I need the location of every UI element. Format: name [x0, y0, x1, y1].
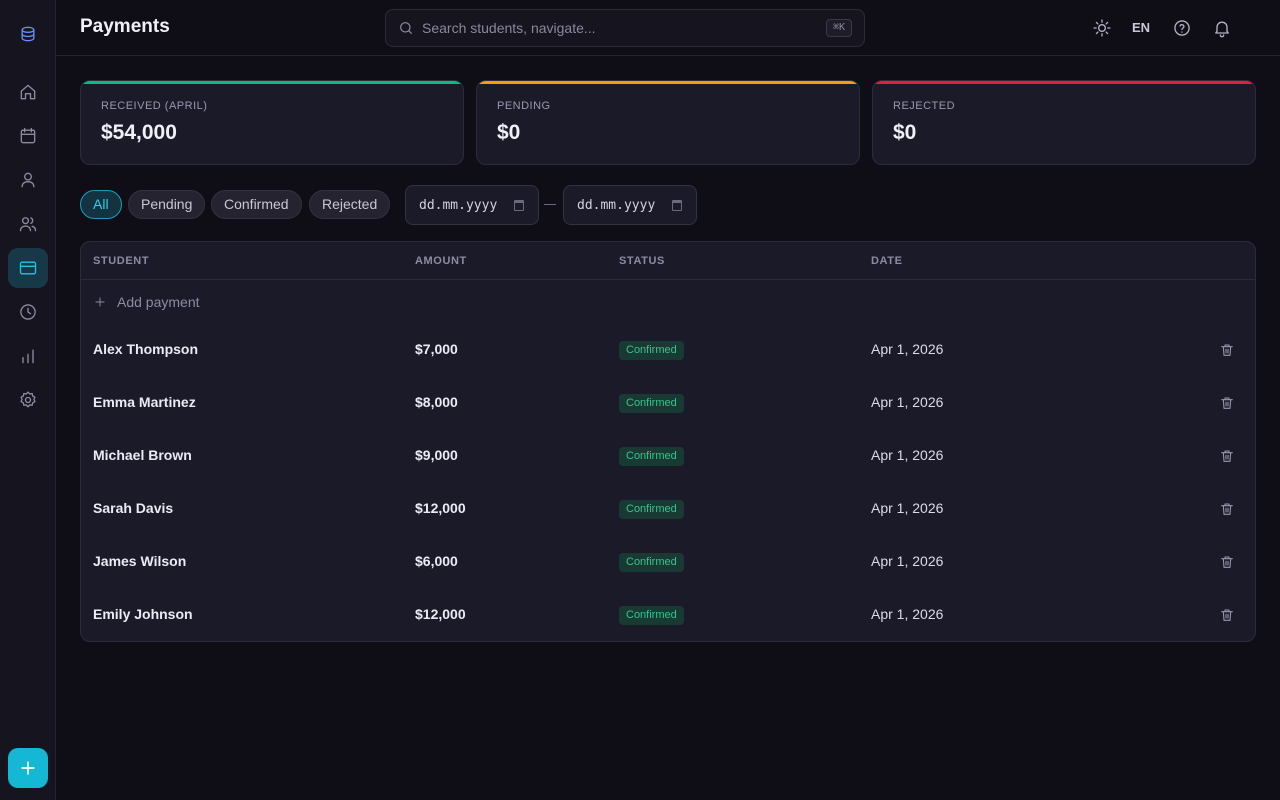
status-badge: Confirmed — [619, 606, 684, 625]
stat-card-received: RECEIVED (APRIL) $54,000 — [80, 80, 464, 165]
payment-date: Apr 1, 2026 — [871, 341, 944, 357]
table-row[interactable]: Sarah Davis $12,000 Confirmed Apr 1, 202… — [81, 482, 1255, 535]
search-icon — [398, 20, 414, 36]
filter-chip-all[interactable]: All — [80, 190, 122, 219]
payment-date: Apr 1, 2026 — [871, 447, 944, 463]
clock-icon — [20, 304, 36, 320]
calendar-icon[interactable] — [514, 200, 524, 211]
payment-date: Apr 1, 2026 — [871, 606, 944, 622]
stat-card-pending: PENDING $0 — [476, 80, 860, 165]
payment-amount: $6,000 — [415, 553, 458, 569]
calendar-icon[interactable] — [672, 200, 682, 211]
date-from-input[interactable]: dd.mm.yyyy — [405, 185, 539, 225]
trash-icon[interactable] — [1219, 607, 1235, 623]
accent-bar — [81, 81, 463, 84]
table-row[interactable]: Emma Martinez $8,000 Confirmed Apr 1, 20… — [81, 376, 1255, 429]
trash-icon[interactable] — [1219, 342, 1235, 358]
payment-amount: $12,000 — [415, 500, 466, 516]
plus-icon — [95, 297, 105, 307]
page-title: Payments — [80, 16, 170, 37]
student-name: Alex Thompson — [93, 341, 199, 357]
status-badge: Confirmed — [619, 447, 684, 466]
status-badge: Confirmed — [619, 394, 684, 413]
add-button[interactable] — [8, 748, 48, 788]
column-header-amount[interactable]: AMOUNT — [415, 255, 467, 267]
stat-card-rejected: REJECTED $0 — [872, 80, 1256, 165]
date-to-placeholder: dd.mm.yyyy — [577, 198, 656, 213]
filter-chip-rejected[interactable]: Rejected — [309, 190, 391, 219]
sidebar-item-calendar[interactable] — [8, 116, 48, 156]
column-header-student[interactable]: STUDENT — [93, 255, 149, 267]
trash-icon[interactable] — [1219, 448, 1235, 464]
trash-icon[interactable] — [1219, 395, 1235, 411]
table-row[interactable]: James Wilson $6,000 Confirmed Apr 1, 202… — [81, 535, 1255, 588]
date-to-input[interactable]: dd.mm.yyyy — [563, 185, 697, 225]
sidebar-item-groups[interactable] — [8, 204, 48, 244]
student-name: Emily Johnson — [93, 606, 193, 622]
sidebar-item-payments[interactable] — [8, 248, 48, 288]
status-badge: Confirmed — [619, 553, 684, 572]
table-row[interactable]: Michael Brown $9,000 Confirmed Apr 1, 20… — [81, 429, 1255, 482]
gear-icon — [20, 391, 36, 408]
payments-table: STUDENT AMOUNT STATUS DATE Add payment A… — [80, 241, 1256, 642]
payment-date: Apr 1, 2026 — [871, 394, 944, 410]
table-row[interactable]: Alex Thompson $7,000 Confirmed Apr 1, 20… — [81, 323, 1255, 376]
bar-chart-icon — [22, 349, 34, 364]
date-from-placeholder: dd.mm.yyyy — [419, 198, 498, 213]
bell-icon[interactable] — [1210, 16, 1234, 40]
credit-card-icon — [19, 261, 37, 275]
add-payment-button[interactable]: Add payment — [93, 292, 200, 312]
stat-value: $54,000 — [101, 121, 177, 144]
payment-amount: $7,000 — [415, 341, 458, 357]
stat-value: $0 — [893, 121, 917, 144]
accent-bar — [873, 81, 1255, 84]
search-shortcut: ⌘K — [825, 19, 852, 37]
stat-label: PENDING — [497, 100, 551, 112]
help-icon[interactable] — [1170, 16, 1194, 40]
payment-amount: $9,000 — [415, 447, 458, 463]
sidebar-item-history[interactable] — [8, 292, 48, 332]
search-placeholder: Search students, navigate... — [422, 20, 596, 36]
column-header-status[interactable]: STATUS — [619, 255, 665, 267]
user-icon — [21, 172, 35, 188]
top-bar: Payments Search students, navigate... ⌘K… — [56, 0, 1280, 56]
theme-toggle-icon[interactable] — [1090, 16, 1114, 40]
student-name: James Wilson — [93, 553, 187, 569]
student-name: Sarah Davis — [93, 500, 174, 516]
sidebar — [0, 0, 56, 800]
stat-label: RECEIVED (APRIL) — [101, 100, 208, 112]
payment-amount: $8,000 — [415, 394, 458, 410]
filter-chip-confirmed[interactable]: Confirmed — [211, 190, 302, 219]
trash-icon[interactable] — [1219, 501, 1235, 517]
column-header-date[interactable]: DATE — [871, 255, 903, 267]
status-badge: Confirmed — [619, 500, 684, 519]
language-switch[interactable]: EN — [1132, 20, 1150, 35]
plus-icon — [21, 761, 35, 775]
table-header: STUDENT AMOUNT STATUS DATE — [81, 242, 1255, 280]
student-name: Michael Brown — [93, 447, 192, 463]
search-input[interactable]: Search students, navigate... ⌘K — [385, 9, 865, 47]
sidebar-item-dashboard[interactable] — [8, 72, 48, 112]
home-icon — [20, 84, 36, 100]
sidebar-item-settings[interactable] — [8, 380, 48, 420]
stat-label: REJECTED — [893, 100, 956, 112]
trash-icon[interactable] — [1219, 554, 1235, 570]
stat-value: $0 — [497, 121, 521, 144]
status-badge: Confirmed — [619, 341, 684, 360]
payment-amount: $12,000 — [415, 606, 466, 622]
users-icon — [19, 217, 37, 232]
payment-date: Apr 1, 2026 — [871, 553, 944, 569]
table-row[interactable]: Emily Johnson $12,000 Confirmed Apr 1, 2… — [81, 588, 1255, 641]
sidebar-item-students[interactable] — [8, 160, 48, 200]
app-logo-icon[interactable] — [8, 14, 48, 54]
sidebar-item-analytics[interactable] — [8, 336, 48, 376]
payment-date: Apr 1, 2026 — [871, 500, 944, 516]
accent-bar — [477, 81, 859, 84]
filter-chip-pending[interactable]: Pending — [128, 190, 206, 219]
calendar-icon — [20, 127, 36, 144]
add-payment-label: Add payment — [117, 294, 200, 310]
student-name: Emma Martinez — [93, 394, 196, 410]
date-range-separator — [544, 204, 556, 205]
